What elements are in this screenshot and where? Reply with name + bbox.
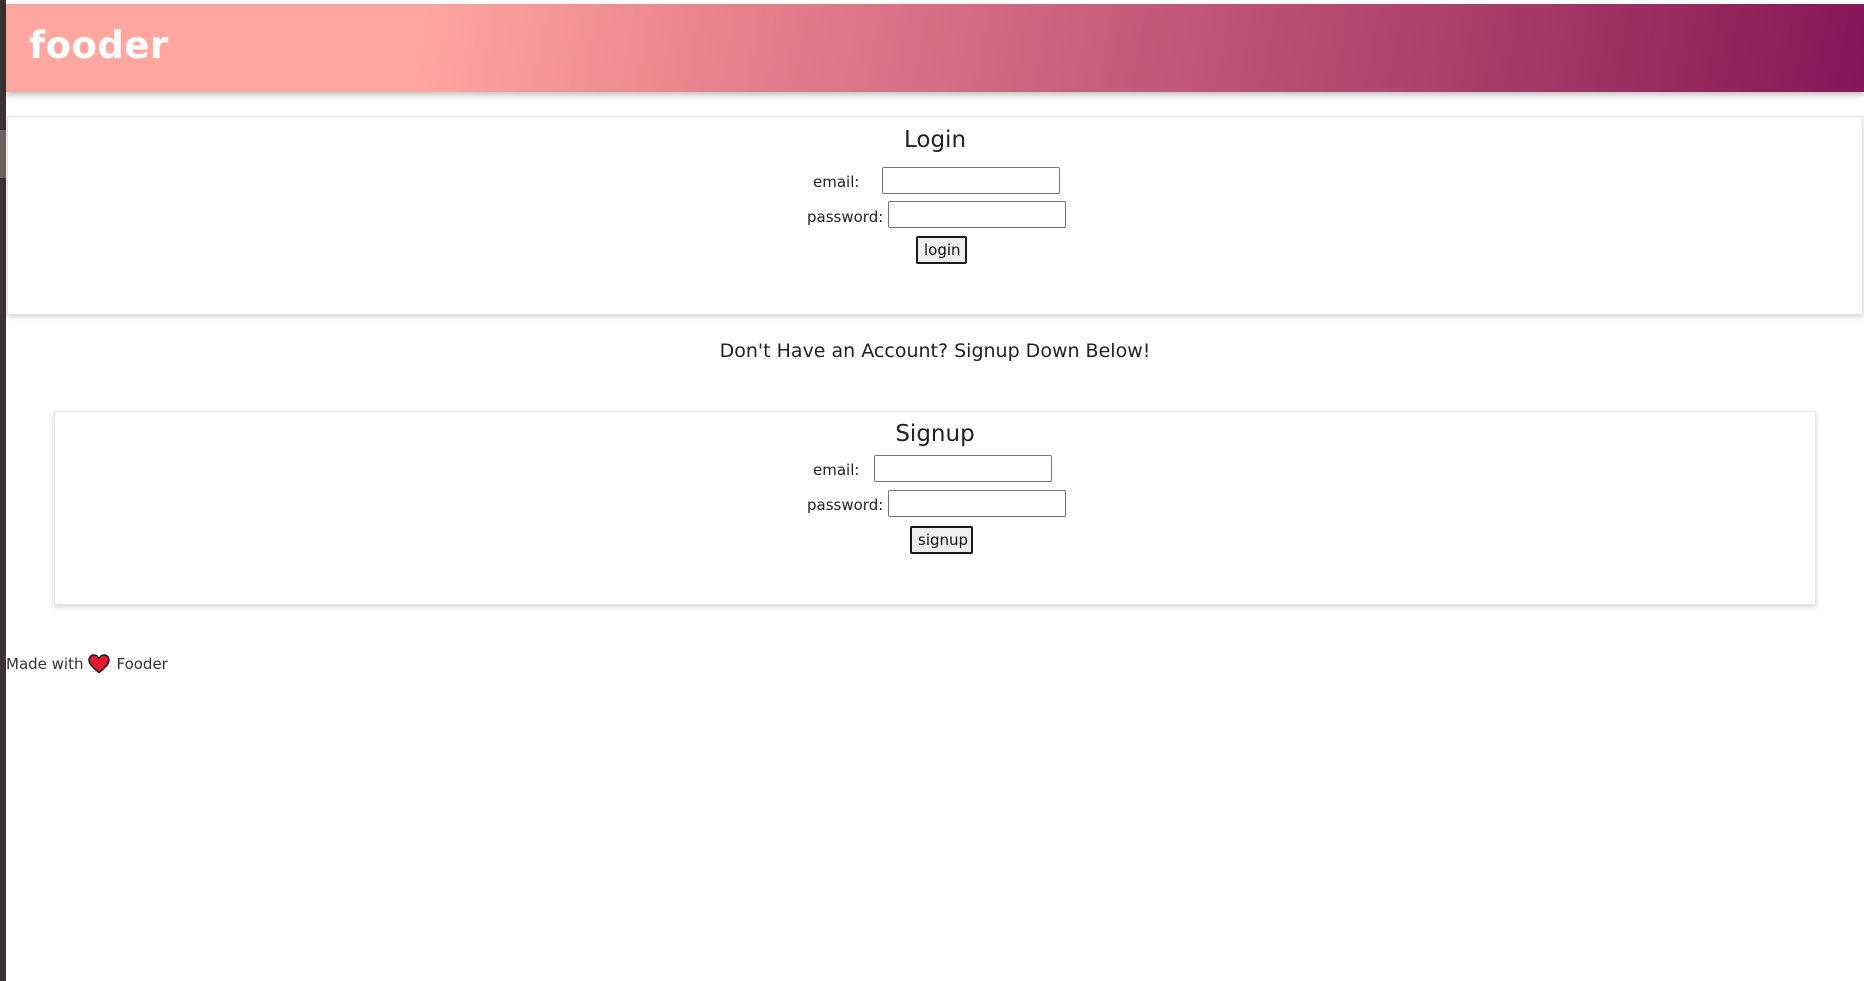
login-title: Login	[903, 127, 967, 153]
signup-password-input[interactable]	[888, 490, 1066, 517]
footer-made-with: Made with	[6, 655, 84, 673]
signup-button[interactable]: signup	[910, 526, 973, 554]
login-button[interactable]: login	[916, 236, 967, 264]
heart-icon	[88, 654, 111, 674]
login-password-input[interactable]	[888, 201, 1066, 228]
footer-brand: Fooder	[116, 655, 168, 673]
login-email-label: email:	[813, 173, 860, 191]
login-card: Login email: password: login	[7, 116, 1863, 315]
signup-card: Signup email: password: signup	[54, 411, 1816, 605]
signup-title: Signup	[895, 421, 975, 447]
signup-password-label: password:	[807, 496, 884, 514]
footer: Made with Fooder	[6, 654, 168, 674]
signup-email-label: email:	[813, 461, 860, 479]
login-password-label: password:	[807, 208, 884, 226]
page: fooder Login email: password: login Don'…	[6, 0, 1864, 981]
signup-email-input[interactable]	[874, 455, 1052, 482]
brand-logo[interactable]: fooder	[29, 24, 169, 67]
login-email-input[interactable]	[882, 167, 1060, 194]
app-header: fooder	[6, 4, 1864, 92]
signup-prompt: Don't Have an Account? Signup Down Below…	[719, 340, 1151, 362]
